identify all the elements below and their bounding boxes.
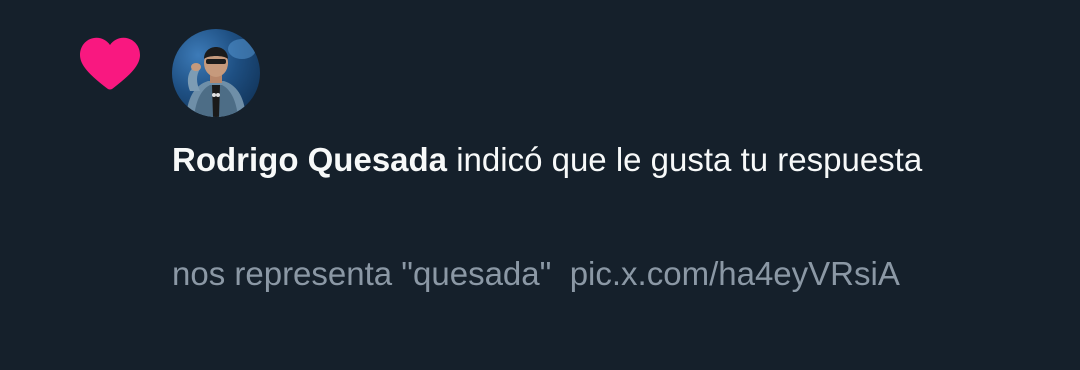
reply-preview[interactable]: nos representa "quesada" pic.x.com/ha4ey… (172, 248, 1032, 300)
like-notification[interactable]: Rodrigo Quesada indicó que le gusta tu r… (0, 0, 1080, 370)
user-name[interactable]: Rodrigo Quesada (172, 141, 447, 178)
reply-text: nos representa "quesada" (172, 255, 570, 292)
avatar[interactable] (172, 29, 260, 117)
heart-icon (80, 37, 140, 90)
notification-message: Rodrigo Quesada indicó que le gusta tu r… (172, 136, 1032, 184)
reply-media-link[interactable]: pic.x.com/ha4eyVRsiA (570, 255, 900, 292)
avatar-image (186, 39, 256, 117)
action-text: indicó que le gusta tu respuesta (447, 141, 923, 178)
